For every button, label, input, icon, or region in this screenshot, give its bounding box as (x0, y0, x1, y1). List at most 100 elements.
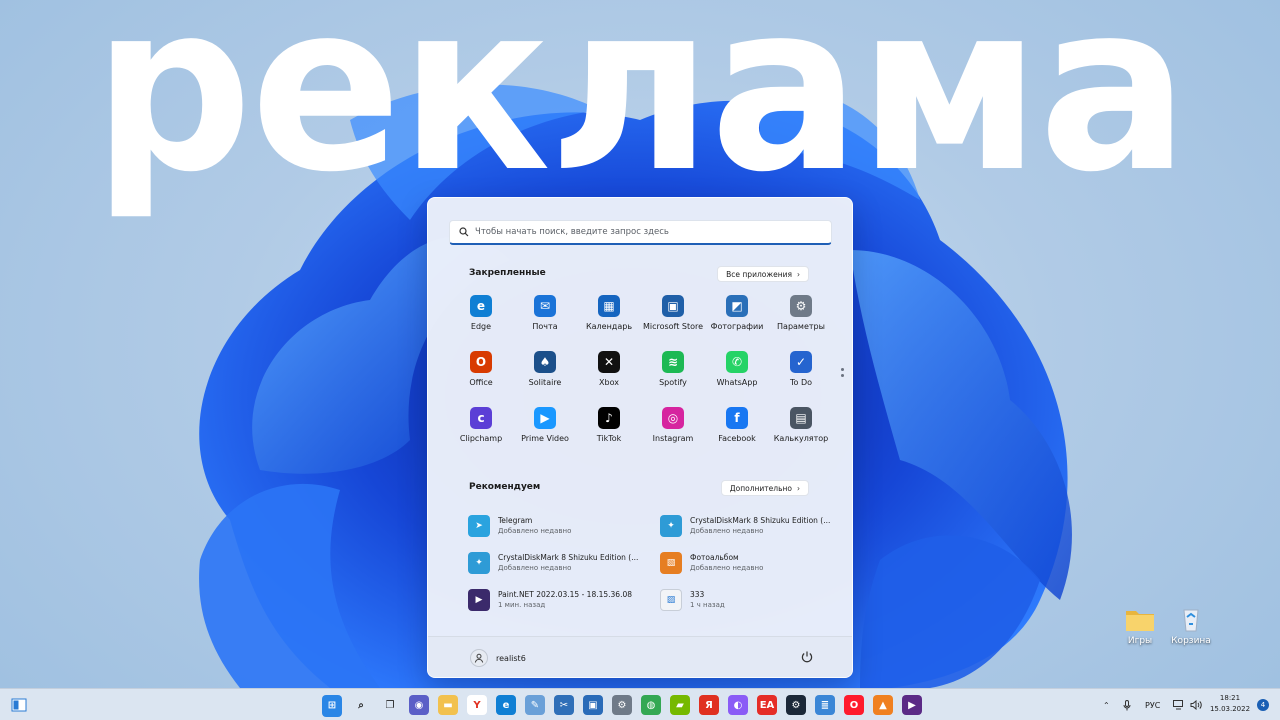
page-dots[interactable] (841, 368, 844, 380)
taskbar-yandex-browser-icon[interactable]: Y (467, 695, 487, 715)
recommended-item[interactable]: ➤ Telegram Добавлено недавно (468, 507, 660, 544)
recommended-title: Рекомендуем (469, 482, 541, 492)
taskbar-start-windows-icon[interactable]: ⊞ (322, 695, 342, 715)
pinned-app-whatsapp[interactable]: ✆ WhatsApp (705, 351, 769, 407)
pinned-app-label: Office (469, 378, 493, 387)
taskbar-file-explorer-icon[interactable]: ▬ (438, 695, 458, 715)
recommended-item-subtitle: Добавлено недавно (498, 527, 572, 535)
chevron-right-icon: › (797, 269, 800, 279)
settings-gear-icon: ⚙ (790, 295, 812, 317)
store-icon: ▣ (662, 295, 684, 317)
taskbar-search-icon[interactable]: ⌕ (351, 695, 371, 715)
taskbar-steam-icon[interactable]: ⚙ (786, 695, 806, 715)
pinned-app-label: Solitaire (528, 378, 562, 387)
todo-icon: ✓ (790, 351, 812, 373)
all-apps-label: Все приложения (726, 269, 792, 279)
taskbar-teams-chat-icon[interactable]: ◉ (409, 695, 429, 715)
chevron-right-icon: › (797, 483, 800, 493)
recommended-item[interactable]: ✦ CrystalDiskMark 8 Shizuku Edition (... Д… (660, 507, 838, 544)
pinned-apps-grid: e Edge ✉ Почта ▦ Календарь ▣ Microsoft Store ◩ Фо… (449, 295, 833, 463)
recommended-item[interactable]: ▧ Фотоальбом Добавлено недавно (660, 544, 838, 581)
taskbar-nvidia-icon[interactable]: ▰ (670, 695, 690, 715)
show-hidden-icons-chevron-up-icon[interactable]: ⌃ (1103, 689, 1110, 720)
taskbar-paint-icon[interactable]: ✎ (525, 695, 545, 715)
pinned-app-label: Clipchamp (459, 434, 503, 443)
widgets-icon[interactable] (9, 695, 29, 715)
recommended-item-subtitle: Добавлено недавно (498, 564, 572, 572)
network-icon[interactable] (1173, 689, 1185, 720)
taskbar-alice-icon[interactable]: ◐ (728, 695, 748, 715)
pinned-app-edge[interactable]: e Edge (449, 295, 513, 351)
taskbar-ea-icon[interactable]: EA (757, 695, 777, 715)
taskbar-edge-icon[interactable]: e (496, 695, 516, 715)
taskbar-chrome-icon[interactable]: ◍ (641, 695, 661, 715)
pinned-app-facebook[interactable]: f Facebook (705, 407, 769, 463)
pinned-app-prime-video[interactable]: ▶ Prime Video (513, 407, 577, 463)
clock-time: 18:21 (1219, 694, 1241, 702)
more-button[interactable]: Дополнительно › (720, 480, 809, 496)
all-apps-button[interactable]: Все приложения › (717, 266, 809, 282)
taskbar-settings-gear-icon[interactable]: ⚙ (612, 695, 632, 715)
spotify-icon: ≋ (662, 351, 684, 373)
telegram-icon: ➤ (468, 514, 490, 537)
pinned-app-tiktok[interactable]: ♪ TikTok (577, 407, 641, 463)
notification-badge[interactable]: 4 (1257, 699, 1269, 711)
taskbar-task-view-icon[interactable]: ❐ (380, 695, 400, 715)
pinned-app-label: Instagram (652, 434, 694, 443)
taskbar-snip-tool-icon[interactable]: ✂ (554, 695, 574, 715)
taskbar-notepad-icon[interactable]: ≣ (815, 695, 835, 715)
desktop-icon-label: Корзина (1171, 636, 1211, 646)
pinned-app-office[interactable]: O Office (449, 351, 513, 407)
user-avatar-icon (470, 649, 488, 667)
pinned-app-label: Календарь (585, 322, 633, 331)
prime-video-icon: ▶ (534, 407, 556, 429)
recycle-bin-icon (1176, 606, 1206, 632)
taskbar-yandex-icon[interactable]: Я (699, 695, 719, 715)
taskbar: ⊞ ⌕ ❐ ◉ ▬ Ye ✎ ✂ ▣ ⚙ ◍ ▰ Я ◐ EA ⚙ ≣ O ▲ ▶ ⌃ РУС 18:21 15.03… (0, 688, 1280, 720)
desktop-icon-recycle-bin[interactable]: Корзина (1161, 606, 1221, 646)
pinned-app-calculator[interactable]: ▤ Калькулятор (769, 407, 833, 463)
volume-icon[interactable] (1190, 689, 1202, 720)
clock[interactable]: 18:21 15.03.2022 (1208, 693, 1252, 715)
recommended-item-title: Фотоальбом (690, 553, 739, 562)
more-label: Дополнительно (729, 483, 792, 493)
recommended-item-subtitle: 1 мин. назад (498, 601, 546, 609)
pinned-app-settings-gear[interactable]: ⚙ Параметры (769, 295, 833, 351)
pinned-app-store[interactable]: ▣ Microsoft Store (641, 295, 705, 351)
taskbar-media-player-icon[interactable]: ▶ (902, 695, 922, 715)
xbox-icon: ✕ (598, 351, 620, 373)
pinned-app-label: TikTok (596, 434, 622, 443)
pinned-app-mail[interactable]: ✉ Почта (513, 295, 577, 351)
recommended-item[interactable]: ▨ 333 1 ч назад (660, 581, 838, 618)
office-icon: O (470, 351, 492, 373)
pinned-app-calendar[interactable]: ▦ Календарь (577, 295, 641, 351)
pinned-app-xbox[interactable]: ✕ Xbox (577, 351, 641, 407)
recommended-item[interactable]: ✦ CrystalDiskMark 8 Shizuku Edition (... Д… (468, 544, 660, 581)
pinned-app-label: Калькулятор (773, 434, 829, 443)
pinned-app-label: Xbox (599, 378, 619, 387)
pinned-title: Закрепленные (469, 268, 546, 278)
recommended-item-title: Telegram (498, 516, 533, 525)
pinned-app-todo[interactable]: ✓ To Do (769, 351, 833, 407)
whatsapp-icon: ✆ (726, 351, 748, 373)
pinned-app-label: Prime Video (521, 434, 569, 443)
search-box[interactable]: Чтобы начать поиск, введите запрос здесь (449, 220, 832, 245)
power-icon[interactable] (800, 650, 814, 664)
recommended-item[interactable]: ▶ Paint.NET 2022.03.15 - 18.15.36.08 1 мин… (468, 581, 660, 618)
user-account[interactable]: realist6 (470, 649, 526, 667)
taskbar-opera-icon[interactable]: O (844, 695, 864, 715)
taskbar-vlc-icon[interactable]: ▲ (873, 695, 893, 715)
pinned-app-label: To Do (789, 378, 813, 387)
pinned-app-photos[interactable]: ◩ Фотографии (705, 295, 769, 351)
taskbar-microsoft-store-icon[interactable]: ▣ (583, 695, 603, 715)
microphone-icon[interactable] (1123, 689, 1131, 720)
pinned-app-spotify[interactable]: ≋ Spotify (641, 351, 705, 407)
pinned-app-instagram[interactable]: ◎ Instagram (641, 407, 705, 463)
recommended-item-title: 333 (690, 590, 705, 599)
recommended-list: ➤ Telegram Добавлено недавно ✦ CrystalDiskMa… (468, 507, 838, 618)
recommended-item-subtitle: Добавлено недавно (690, 564, 764, 572)
language-indicator[interactable]: РУС (1145, 689, 1160, 720)
pinned-app-clipchamp[interactable]: c Clipchamp (449, 407, 513, 463)
pinned-app-label: Фотографии (710, 322, 764, 331)
pinned-app-solitaire[interactable]: ♠ Solitaire (513, 351, 577, 407)
